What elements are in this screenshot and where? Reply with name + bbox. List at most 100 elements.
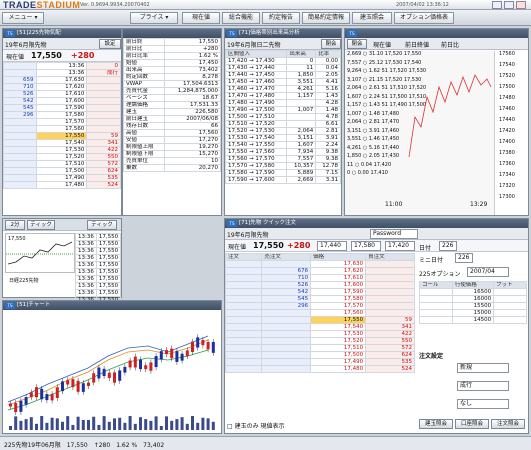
volume-row[interactable]: 17,420 → 17,430 0 0.00 [224,57,341,65]
cell: 17,480 [35,181,88,189]
close-icon[interactable] [516,1,526,9]
board-row[interactable]: 659 17,630 [3,76,121,84]
settings-button[interactable]: 設定 [99,39,121,49]
board-row[interactable]: 17,570 [3,118,121,126]
board-row[interactable]: 17,540 341 [3,139,121,147]
option-row[interactable]: 16500 [419,288,527,296]
volume-row[interactable]: 17,510 → 17,520 6.61 [224,120,341,128]
volume-row[interactable]: 17,590 → 17,600 2,669 3.31 [224,176,341,184]
mini-day-field[interactable]: 226 [455,253,473,263]
volume-row[interactable]: 17,550 → 17,560 7,934 9.38 [224,148,341,156]
ladder-row[interactable]: 710 17,610 [224,274,415,282]
cell: 13:36 [75,247,97,255]
day-field[interactable]: 226 [439,241,457,251]
volume-row[interactable]: 17,470 → 17,480 1,157 1.43 [224,92,341,100]
volume-row[interactable]: 17,450 → 17,460 3,551 4.41 [224,78,341,86]
board-row[interactable]: 296 17,580 [3,111,121,119]
order-cond-select[interactable]: 成行 [457,381,509,391]
board-row[interactable]: 710 17,620 [3,83,121,91]
board-row[interactable]: 17,500 624 [3,167,121,175]
board-row[interactable]: 17,520 550 [3,153,121,161]
info-row: 前日終 17,550 [123,38,222,46]
ladder-row[interactable]: 542 17,590 [224,288,415,296]
option-row[interactable]: 14500 [419,316,527,324]
board-row[interactable]: 17,480 524 [3,181,121,189]
account-button[interactable]: 口座照会 [455,419,489,429]
order-query-button[interactable]: 注文照会 [491,419,525,429]
order-extra-select[interactable]: なし [457,399,509,409]
close-panel-button[interactable]: 閉会 [321,39,341,49]
board-row[interactable]: 13:36 0 [3,62,121,70]
menu-item-position[interactable]: 建玉照会 [352,12,392,24]
option-row[interactable]: 15500 [419,302,527,310]
ladder-row[interactable]: 526 17,600 [224,281,415,289]
volume-row[interactable]: 17,560 → 17,570 7,557 9.38 [224,155,341,163]
cell: 9.38 [315,155,341,163]
menu-item-option[interactable]: オプション価格表 [394,12,454,24]
ladder-row[interactable]: 17,540 341 [224,323,415,331]
window-controls[interactable] [492,1,528,9]
close-panel-button[interactable]: 閉会 [347,39,367,49]
cell: 17,550 → 17,560 [224,148,288,156]
cell: 17,540 [35,139,88,147]
tab-2min[interactable]: 2分 [5,220,25,230]
board-row[interactable]: 17,490 535 [3,174,121,182]
volume-row[interactable]: 17,460 → 17,470 4,261 5.16 [224,85,341,93]
ladder-row[interactable]: 17,550 59 [224,316,415,324]
volume-row[interactable]: 17,430 → 17,440 11 0.04 [224,64,341,72]
ladder-row[interactable]: 17,630 [224,260,415,268]
ladder-row[interactable]: 545 17,580 [224,295,415,303]
board-row[interactable]: 17,510 572 [3,160,121,168]
board-row[interactable]: 13:36 成行 [3,69,121,77]
main-menu-button[interactable]: メニュー ▾ [2,12,44,24]
volume-row[interactable]: 17,540 → 17,550 1,607 2.24 [224,141,341,149]
menu-item-general[interactable]: 総合機能 [222,12,260,24]
option-row[interactable]: 16000 [419,295,527,303]
menu-item-simple[interactable]: 簡易約定情報 [302,12,350,24]
ladder-row[interactable]: 17,480 524 [224,365,415,373]
last-field[interactable]: 17,420 [385,241,415,251]
ladder-row[interactable]: 17,520 550 [224,337,415,345]
position-button[interactable]: 建玉照会 [419,419,453,429]
volume-row[interactable]: 17,480 → 17,490 4.28 [224,99,341,107]
ladder-footer[interactable]: □ 建玉のみ 現値表示 [227,421,284,430]
password-field[interactable]: Password [370,229,418,239]
volume-row[interactable]: 17,530 → 17,540 3,151 3.91 [224,134,341,142]
board-row[interactable]: 17,560 [3,125,121,133]
ladder-row[interactable]: 17,490 535 [224,358,415,366]
quick-order-panel: TS [71]先物 クイック注文 19年6月限先物 Password 現在値 17… [224,218,529,434]
ladder-row[interactable]: 17,510 572 [224,344,415,352]
volume-row[interactable]: 17,580 → 17,590 5,889 7.15 [224,169,341,177]
board-row[interactable]: 17,550 59 [3,132,121,140]
candle [14,403,18,413]
ladder-row[interactable]: 17,560 [224,309,415,317]
menu-item-now[interactable]: 現在値 [182,12,220,24]
board-row[interactable]: 526 17,610 [3,90,121,98]
ladder-row[interactable]: 296 17,570 [224,302,415,310]
option-month-select[interactable]: 2007/04 [467,267,509,277]
option-row[interactable]: 15000 [419,309,527,317]
menu-item-report[interactable]: 約定報告 [262,12,300,24]
ask-field[interactable]: 17,580 [351,241,381,251]
ladder-row[interactable]: 17,500 624 [224,351,415,359]
minimize-icon[interactable] [492,1,502,9]
volume-row[interactable]: 17,440 → 17,450 1,850 2.05 [224,71,341,79]
tab-tick-2[interactable]: ティック [87,220,117,230]
bid-field[interactable]: 17,440 [317,241,347,251]
board-row[interactable]: 542 17,600 [3,97,121,105]
tab-tick[interactable]: ティック [27,220,55,230]
cell: 残存日数 [123,122,165,130]
mini-chart: 17,550 [5,233,75,273]
volume-row[interactable]: 17,500 → 17,510 4.78 [224,113,341,121]
price-dropdown[interactable]: プライス ▾ [130,12,178,24]
ladder-row[interactable]: 676 17,620 [224,267,415,275]
board-row[interactable]: 17,530 422 [3,146,121,154]
volume-row[interactable]: 17,490 → 17,500 1,007 1.48 [224,106,341,114]
maximize-icon[interactable] [504,1,514,9]
order-type-select[interactable]: 新規 [457,363,509,373]
ladder-row[interactable]: 17,530 422 [224,330,415,338]
volume-row[interactable]: 17,570 → 17,580 10,357 12.78 [224,162,341,170]
volume-row[interactable]: 17,520 → 17,530 2,064 2.81 [224,127,341,135]
cell: 17,570 [35,118,88,126]
board-row[interactable]: 545 17,590 [3,104,121,112]
